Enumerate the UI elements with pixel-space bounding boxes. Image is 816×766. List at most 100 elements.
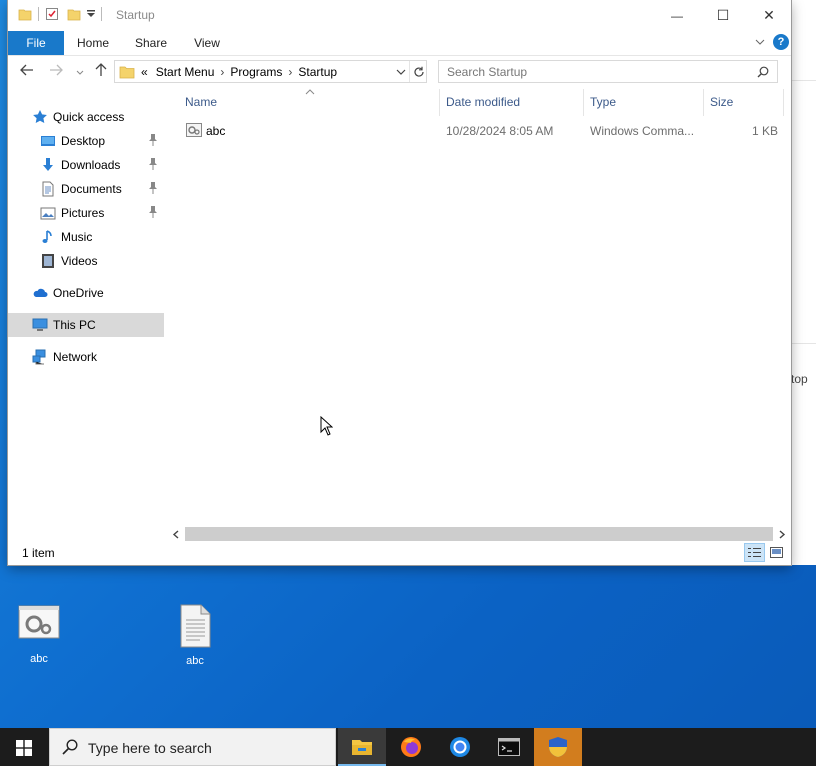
close-button[interactable]: ✕	[746, 0, 792, 31]
mouse-cursor-icon	[320, 416, 333, 436]
file-size: 1 KB	[752, 124, 779, 138]
pin-icon[interactable]	[148, 157, 158, 171]
security-shield-icon	[549, 737, 567, 757]
sidebar-item-downloads[interactable]: Downloads	[8, 153, 164, 177]
file-date-modified: 10/28/2024 8:05 AM	[446, 124, 554, 138]
minimize-button[interactable]: —	[654, 0, 700, 31]
search-icon[interactable]	[757, 66, 769, 78]
maximize-button[interactable]: ☐	[700, 0, 746, 31]
taskbar-search-box[interactable]: Type here to search	[49, 728, 336, 766]
column-header-size[interactable]: Size	[710, 89, 733, 116]
breadcrumb-startup[interactable]: Startup	[298, 65, 337, 79]
details-view-button[interactable]	[744, 543, 765, 562]
sidebar-item-pictures[interactable]: Pictures	[8, 201, 164, 225]
minimize-icon: —	[671, 8, 683, 23]
desktop-icon-label: abc	[186, 655, 204, 667]
taskbar-security-prompt[interactable]	[534, 728, 582, 766]
pin-icon[interactable]	[148, 205, 158, 219]
pin-icon[interactable]	[148, 133, 158, 147]
column-divider[interactable]	[439, 89, 440, 116]
close-icon: ✕	[763, 7, 775, 23]
breadcrumb-start-menu[interactable]: Start Menu	[156, 65, 215, 79]
back-arrow-icon	[20, 64, 33, 76]
desktop-icon[interactable]: abc	[7, 604, 71, 665]
cloud-icon	[33, 288, 48, 297]
sidebar-item-documents[interactable]: Documents	[8, 177, 164, 201]
sidebar-item-label: Desktop	[61, 134, 106, 148]
breadcrumb-separator[interactable]: ›	[220, 65, 224, 79]
taskbar-chrome[interactable]	[436, 728, 484, 766]
desktop-icon[interactable]: abc	[163, 604, 227, 667]
breadcrumb-separator[interactable]: ›	[288, 65, 292, 79]
title-bar: Startup — ☐ ✕	[8, 0, 791, 31]
windows-logo-icon	[16, 740, 32, 756]
start-button[interactable]	[0, 728, 48, 766]
breadcrumb-overflow[interactable]: «	[141, 65, 148, 79]
tab-home[interactable]: Home	[70, 31, 116, 55]
background-window[interactable]: top	[790, 0, 816, 565]
recent-locations-button[interactable]	[70, 63, 90, 81]
firefox-icon	[401, 737, 421, 757]
sidebar-item-onedrive[interactable]: OneDrive	[8, 281, 164, 305]
column-header-type[interactable]: Type	[590, 89, 616, 116]
file-list: Name Date modified Type Size abc 10/28/2…	[168, 89, 791, 539]
tab-file[interactable]: File	[8, 31, 64, 55]
search-placeholder: Search Startup	[447, 65, 528, 79]
column-header-name[interactable]: Name	[185, 89, 217, 116]
properties-icon[interactable]	[45, 7, 59, 21]
new-folder-icon[interactable]	[67, 7, 81, 21]
sidebar-item-music[interactable]: Music	[8, 225, 164, 249]
chrome-icon	[450, 737, 470, 757]
column-divider[interactable]	[783, 89, 784, 116]
batch-file-icon	[18, 605, 60, 639]
file-type: Windows Comma...	[590, 124, 695, 138]
tab-view[interactable]: View	[186, 31, 228, 55]
file-row[interactable]: abc 10/28/2024 8:05 AM Windows Comma... …	[182, 120, 788, 142]
taskbar-file-explorer[interactable]	[338, 728, 386, 766]
column-header-date-modified[interactable]: Date modified	[446, 89, 520, 116]
sidebar-item-label: Network	[53, 350, 98, 364]
address-dropdown-icon[interactable]	[396, 69, 406, 76]
back-button[interactable]	[17, 63, 37, 81]
sort-ascending-icon	[305, 89, 315, 95]
up-button[interactable]	[91, 63, 111, 81]
desktop-folder-icon	[41, 136, 55, 146]
sidebar-item-label: Downloads	[61, 158, 121, 172]
large-icons-view-button[interactable]	[767, 543, 786, 562]
maximize-icon: ☐	[716, 7, 730, 23]
sidebar-item-label: Videos	[61, 254, 98, 268]
sidebar-item-quick-access[interactable]: Quick access	[8, 105, 164, 129]
batch-file-icon	[186, 123, 202, 137]
scroll-left-icon[interactable]	[172, 530, 179, 539]
file-name: abc	[206, 124, 226, 138]
taskbar-search-placeholder: Type here to search	[88, 740, 212, 756]
navigation-pane: Quick access Desktop Downloads Documents…	[8, 89, 168, 539]
tab-share[interactable]: Share	[129, 31, 173, 55]
taskbar-firefox[interactable]	[387, 728, 435, 766]
downloads-folder-icon	[43, 158, 53, 171]
sidebar-item-videos[interactable]: Videos	[8, 249, 164, 273]
computer-icon	[32, 318, 48, 331]
help-button[interactable]: ?	[773, 34, 789, 50]
expand-ribbon-icon[interactable]	[755, 39, 765, 46]
breadcrumb-programs[interactable]: Programs	[230, 65, 282, 79]
divider	[791, 343, 816, 344]
column-divider[interactable]	[583, 89, 584, 116]
star-icon	[33, 110, 47, 123]
taskbar-terminal[interactable]	[485, 728, 533, 766]
refresh-icon[interactable]	[413, 66, 425, 78]
address-bar[interactable]: « Start Menu › Programs › Startup	[114, 60, 427, 83]
customize-toolbar-icon[interactable]	[87, 9, 95, 19]
separator	[101, 7, 102, 21]
details-view-icon	[748, 548, 761, 557]
search-input[interactable]: Search Startup	[438, 60, 778, 83]
sidebar-item-network[interactable]: Network	[8, 345, 164, 369]
pin-icon[interactable]	[148, 181, 158, 195]
sidebar-item-this-pc[interactable]: This PC	[8, 313, 164, 337]
navigation-bar: « Start Menu › Programs › Startup Search…	[8, 55, 791, 89]
column-divider[interactable]	[703, 89, 704, 116]
documents-folder-icon	[42, 181, 54, 197]
forward-button[interactable]	[46, 63, 66, 81]
scroll-right-icon[interactable]	[779, 530, 786, 539]
sidebar-item-desktop[interactable]: Desktop	[8, 129, 164, 153]
